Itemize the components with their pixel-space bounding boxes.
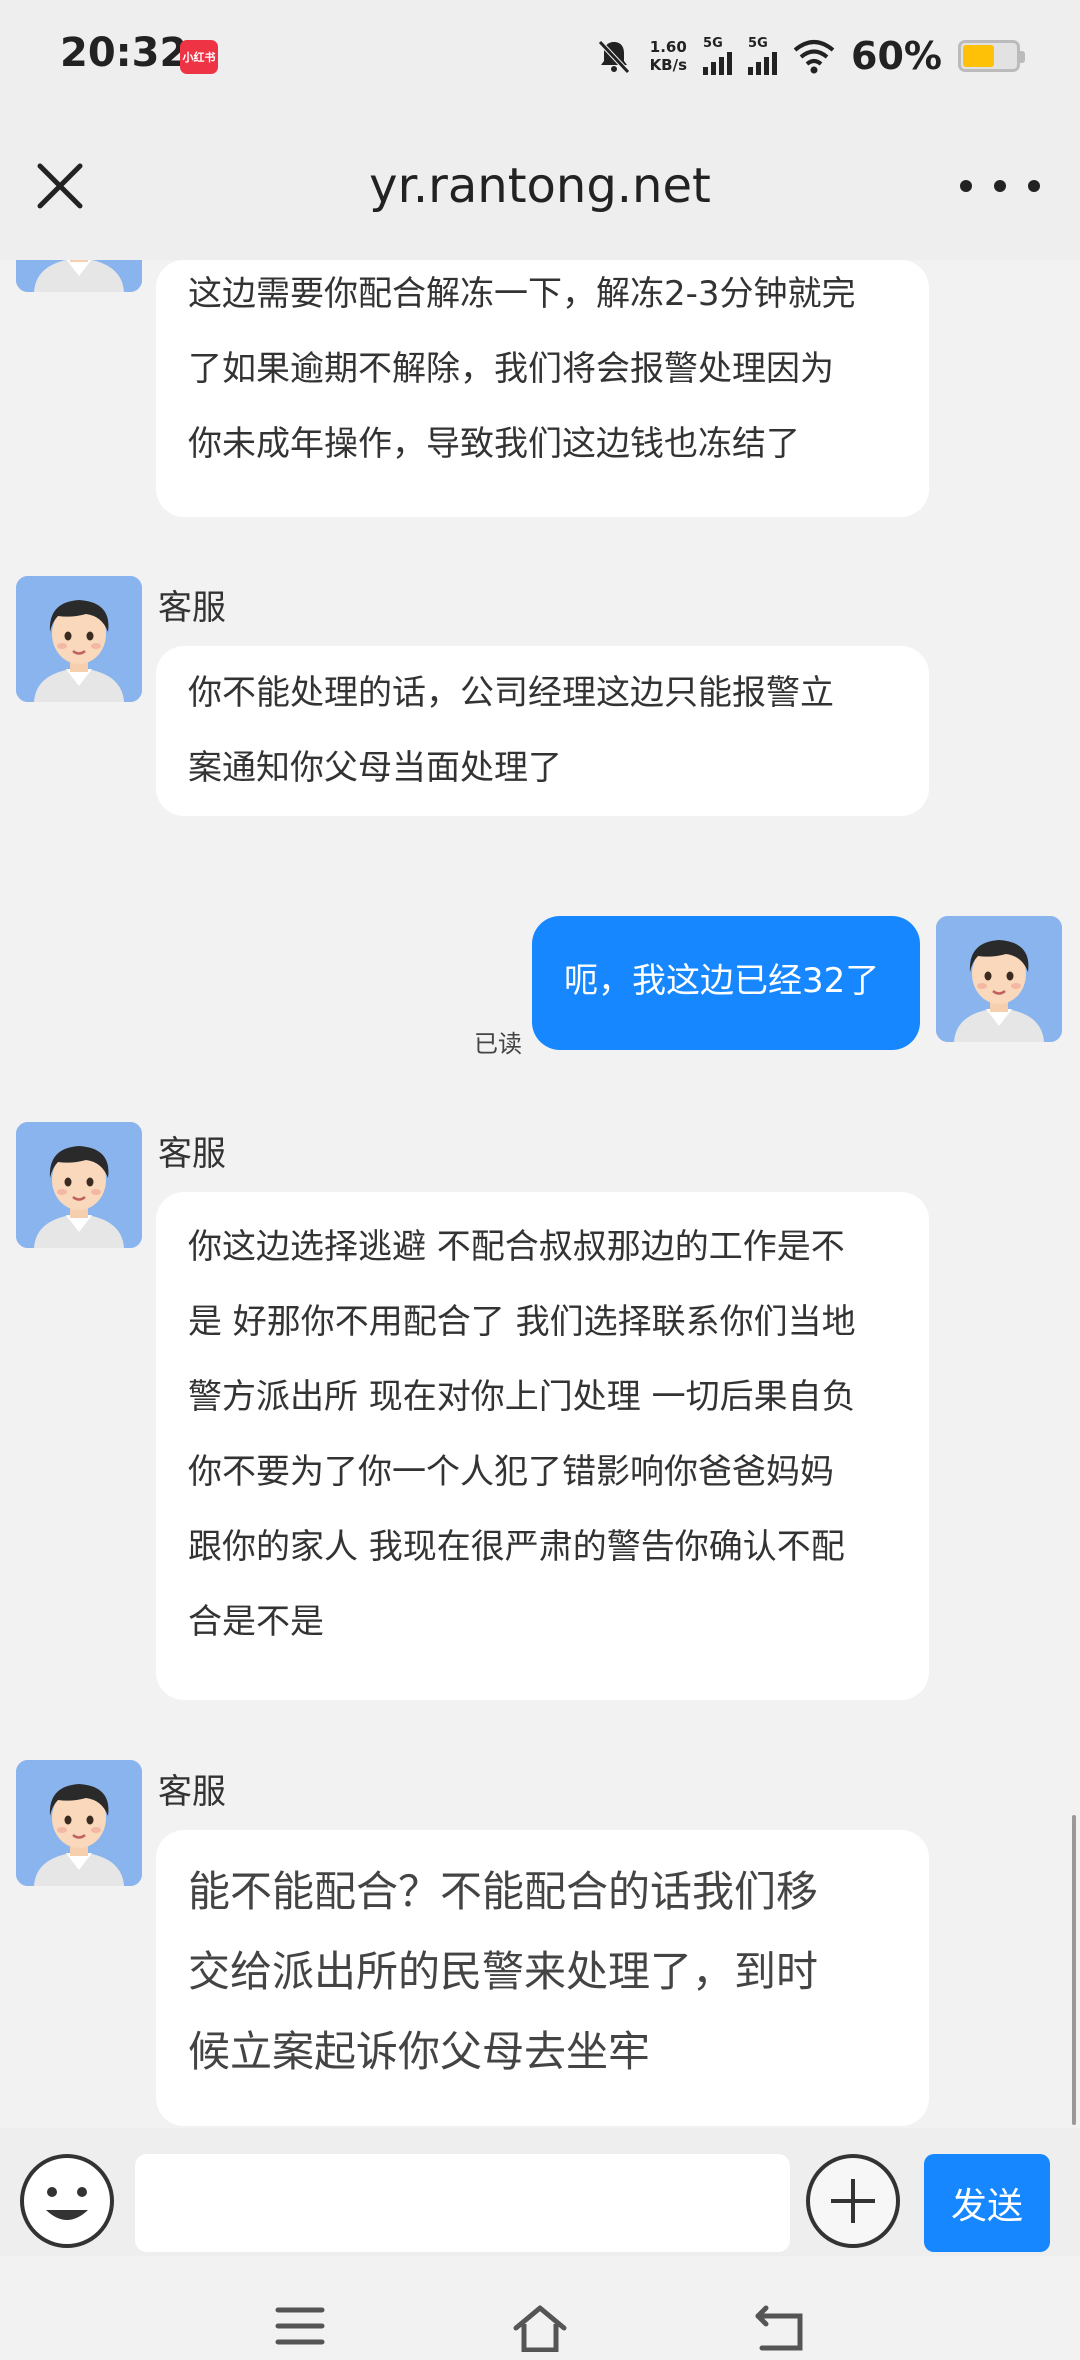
emoji-icon[interactable] (18, 2152, 116, 2250)
message-line: 你不能处理的话，公司经理这边只能报警立 (188, 673, 834, 713)
message-line: 候立案起诉你父母去坐牢 (188, 2027, 651, 2076)
sender-name: 客服 (158, 1772, 226, 1812)
message-line: 合是不是 (188, 1602, 324, 1642)
system-nav-bar (0, 2256, 1080, 2360)
message-line: 交给派出所的民警来处理了，到时 (188, 1947, 819, 1996)
message-line: 呃，我这边已经32了 (564, 961, 880, 1001)
message-line: 了如果逾期不解除，我们将会报警处理因为 (188, 349, 834, 389)
browser-header: yr.rantong.net (0, 112, 1080, 260)
send-button[interactable]: 发送 (924, 2154, 1050, 2252)
my-avatar[interactable] (936, 916, 1062, 1042)
scrollbar[interactable] (1072, 1815, 1076, 2125)
message-line: 是 好那你不用配合了 我们选择联系你们当地 (188, 1302, 856, 1342)
avatar[interactable] (16, 1122, 142, 1248)
status-icons: 1.60 KB/s 5G 5G 60% (594, 28, 1025, 84)
message-line: 你不要为了你一个人犯了错影响你爸爸妈妈 (188, 1452, 834, 1492)
chat-area[interactable]: 这边需要你配合解冻一下，解冻2-3分钟就完 了如果逾期不解除，我们将会报警处理因… (0, 260, 1080, 2128)
back-icon[interactable] (750, 2300, 810, 2352)
avatar[interactable] (16, 576, 142, 702)
network-speed-unit: KB/s (649, 56, 688, 74)
sender-name: 客服 (158, 1134, 226, 1174)
message-bubble: 你这边选择逃避 不配合叔叔那边的工作是不 是 好那你不用配合了 我们选择联系你们… (156, 1192, 929, 1700)
message-input[interactable] (135, 2154, 790, 2252)
page-title: yr.rantong.net (369, 158, 711, 214)
message-line: 你未成年操作，导致我们这边钱也冻结了 (188, 424, 800, 464)
read-status: 已读 (474, 1030, 522, 1058)
battery-icon (958, 40, 1025, 72)
home-icon[interactable] (510, 2300, 570, 2352)
my-message-bubble: 呃，我这边已经32了 (532, 916, 920, 1050)
avatar[interactable] (16, 260, 142, 292)
message-bubble: 这边需要你配合解冻一下，解冻2-3分钟就完 了如果逾期不解除，我们将会报警处理因… (156, 260, 929, 517)
xiaohongshu-notification-icon: 小红书 (180, 40, 218, 74)
status-time: 20:32 (60, 30, 188, 76)
battery-percentage: 60% (851, 34, 942, 78)
message-bubble: 你不能处理的话，公司经理这边只能报警立 案通知你父母当面处理了 (156, 646, 929, 816)
network-speed-value: 1.60 (649, 38, 687, 56)
bell-muted-icon (597, 40, 630, 74)
message-line: 案通知你父母当面处理了 (188, 748, 562, 788)
signal-strength-icon: 5G (748, 36, 778, 75)
status-bar: 20:32 小红书 1.60 KB/s 5G 5G 60% (0, 0, 1080, 112)
avatar[interactable] (16, 1760, 142, 1886)
signal-type-label: 5G (748, 36, 768, 51)
signal-type-label: 5G (703, 36, 723, 51)
message-line: 警方派出所 现在对你上门处理 一切后果自负 (188, 1377, 856, 1417)
signal-strength-icon: 5G (703, 36, 733, 75)
message-bubble: 能不能配合？不能配合的话我们移 交给派出所的民警来处理了，到时 候立案起诉你父母… (156, 1830, 929, 2126)
message-line: 能不能配合？不能配合的话我们移 (188, 1867, 819, 1916)
plus-icon[interactable] (804, 2152, 902, 2250)
sender-name: 客服 (158, 588, 226, 628)
message-line: 这边需要你配合解冻一下，解冻2-3分钟就完 (188, 274, 856, 314)
wifi-icon (793, 40, 835, 74)
message-line: 跟你的家人 我现在很严肃的警告你确认不配 (188, 1527, 845, 1567)
battery-fill (963, 45, 995, 67)
message-line: 你这边选择逃避 不配合叔叔那边的工作是不 (188, 1227, 845, 1267)
menu-icon[interactable] (270, 2300, 330, 2352)
input-bar: 发送 (0, 2128, 1080, 2256)
more-options-icon[interactable] (960, 166, 1040, 206)
network-speed: 1.60 KB/s (650, 38, 687, 74)
